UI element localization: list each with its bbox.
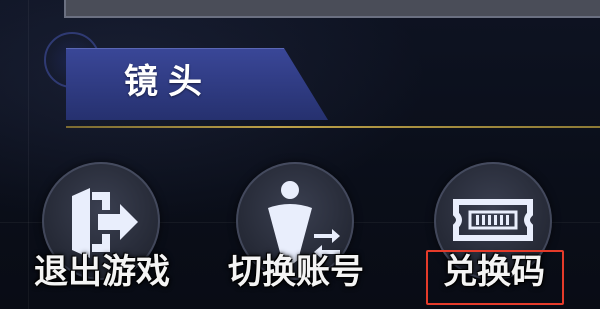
section-divider [66,126,600,128]
redeem-code-label: 兑换码 [443,252,545,292]
settings-screen: 镜头 退出游戏 切换账号 兑换码 [0,0,600,309]
redeem-code-button[interactable]: 兑换码 [434,162,554,302]
exit-game-label: 退出游戏 [34,252,170,292]
exit-game-button[interactable]: 退出游戏 [34,162,170,302]
switch-account-label: 切换账号 [228,252,364,292]
section-title: 镜头 [124,62,212,102]
switch-account-button[interactable]: 切换账号 [228,162,364,302]
section-header: 镜头 [66,48,328,120]
top-panel [64,0,600,18]
